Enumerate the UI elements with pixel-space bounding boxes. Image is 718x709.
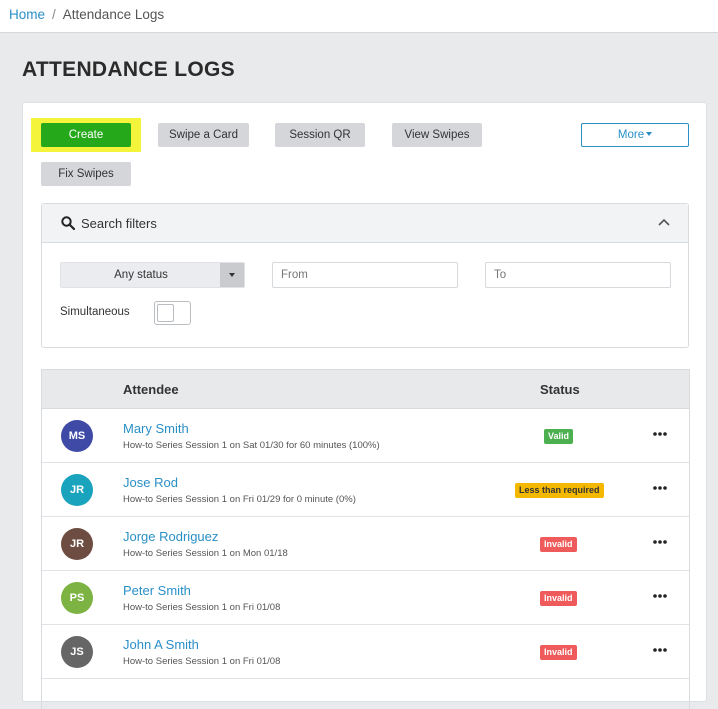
- simultaneous-label: Simultaneous: [60, 306, 130, 318]
- table-row[interactable]: JS John A Smith How-to Series Session 1 on…: [42, 625, 689, 679]
- column-header-attendee: Attendee: [123, 382, 179, 397]
- more-label: More: [617, 129, 645, 141]
- status-badge: Invalid: [540, 645, 577, 660]
- attendee-name-link[interactable]: Jose Rod: [123, 475, 178, 490]
- attendee-session-detail: How-to Series Session 1 on Sat 01/30 for…: [123, 440, 380, 451]
- more-options-icon[interactable]: [653, 431, 667, 437]
- from-date-input[interactable]: [272, 262, 458, 288]
- avatar: MS: [61, 420, 93, 452]
- attendance-table: Attendee Status MS Mary Smith How-to Serie…: [41, 369, 690, 709]
- attendee-name-link[interactable]: Peter Smith: [123, 583, 191, 598]
- table-row[interactable]: JR Jose Rod How-to Series Session 1 on Fri…: [42, 463, 689, 517]
- simultaneous-toggle[interactable]: [154, 301, 191, 325]
- attendee-session-detail: How-to Series Session 1 on Mon 01/18: [123, 548, 288, 559]
- avatar: JR: [61, 528, 93, 560]
- status-badge: Invalid: [540, 537, 577, 552]
- breadcrumb-current: Attendance Logs: [62, 7, 165, 22]
- table-row[interactable]: JR Jorge Rodriguez How-to Series Session 1…: [42, 517, 689, 571]
- attendee-name-link[interactable]: Mary Smith: [123, 421, 189, 436]
- attendee-session-detail: How-to Series Session 1 on Fri 01/08: [123, 656, 281, 667]
- breadcrumb: Home / Attendance Logs: [9, 7, 164, 22]
- swipe-card-button[interactable]: Swipe a Card: [158, 123, 249, 147]
- attendee-name-link[interactable]: Jorge Rodriguez: [123, 529, 218, 544]
- table-body: MS Mary Smith How-to Series Session 1 on S…: [42, 409, 689, 679]
- table-row[interactable]: PS Peter Smith How-to Series Session 1 on …: [42, 571, 689, 625]
- more-options-icon[interactable]: [653, 485, 667, 491]
- breadcrumb-separator: /: [52, 7, 56, 22]
- fix-swipes-button[interactable]: Fix Swipes: [41, 162, 131, 186]
- breadcrumb-home-link[interactable]: Home: [9, 7, 45, 22]
- attendee-name-link[interactable]: John A Smith: [123, 637, 199, 652]
- top-bar: Home / Attendance Logs: [0, 0, 718, 33]
- more-options-icon[interactable]: [653, 647, 667, 653]
- more-dropdown-button[interactable]: More: [581, 123, 689, 147]
- more-options-icon[interactable]: [653, 539, 667, 545]
- search-filters-header[interactable]: Search filters: [42, 204, 688, 243]
- attendee-session-detail: How-to Series Session 1 on Fri 01/29 for…: [123, 494, 356, 505]
- status-select-value: Any status: [114, 269, 168, 281]
- create-button[interactable]: Create: [41, 123, 131, 147]
- caret-down-icon: [646, 132, 653, 136]
- status-badge: Valid: [544, 429, 574, 444]
- search-filters-panel: Search filters Any status Simultaneous: [41, 203, 689, 348]
- to-date-input[interactable]: [485, 262, 671, 288]
- table-header: Attendee Status: [42, 370, 689, 409]
- create-button-highlight: Create: [31, 118, 141, 152]
- status-select[interactable]: Any status: [60, 262, 245, 288]
- avatar: JR: [61, 474, 93, 506]
- table-row[interactable]: MS Mary Smith How-to Series Session 1 on S…: [42, 409, 689, 463]
- view-swipes-button[interactable]: View Swipes: [392, 123, 482, 147]
- attendee-session-detail: How-to Series Session 1 on Fri 01/08: [123, 602, 281, 613]
- avatar: JS: [61, 636, 93, 668]
- attendance-card: Create Swipe a Card Session QR View Swip…: [22, 102, 707, 709]
- search-filters-title: Search filters: [81, 216, 157, 231]
- status-badge: Invalid: [540, 591, 577, 606]
- toggle-knob: [157, 304, 174, 322]
- dropdown-arrow-icon[interactable]: [220, 263, 244, 287]
- status-badge: Less than required: [515, 483, 604, 498]
- search-icon: [61, 216, 75, 230]
- column-header-status: Status: [540, 382, 580, 397]
- session-qr-button[interactable]: Session QR: [275, 123, 365, 147]
- more-options-icon[interactable]: [653, 593, 667, 599]
- page-title: ATTENDANCE LOGS: [22, 58, 235, 81]
- avatar: PS: [61, 582, 93, 614]
- chevron-up-icon[interactable]: [658, 218, 670, 226]
